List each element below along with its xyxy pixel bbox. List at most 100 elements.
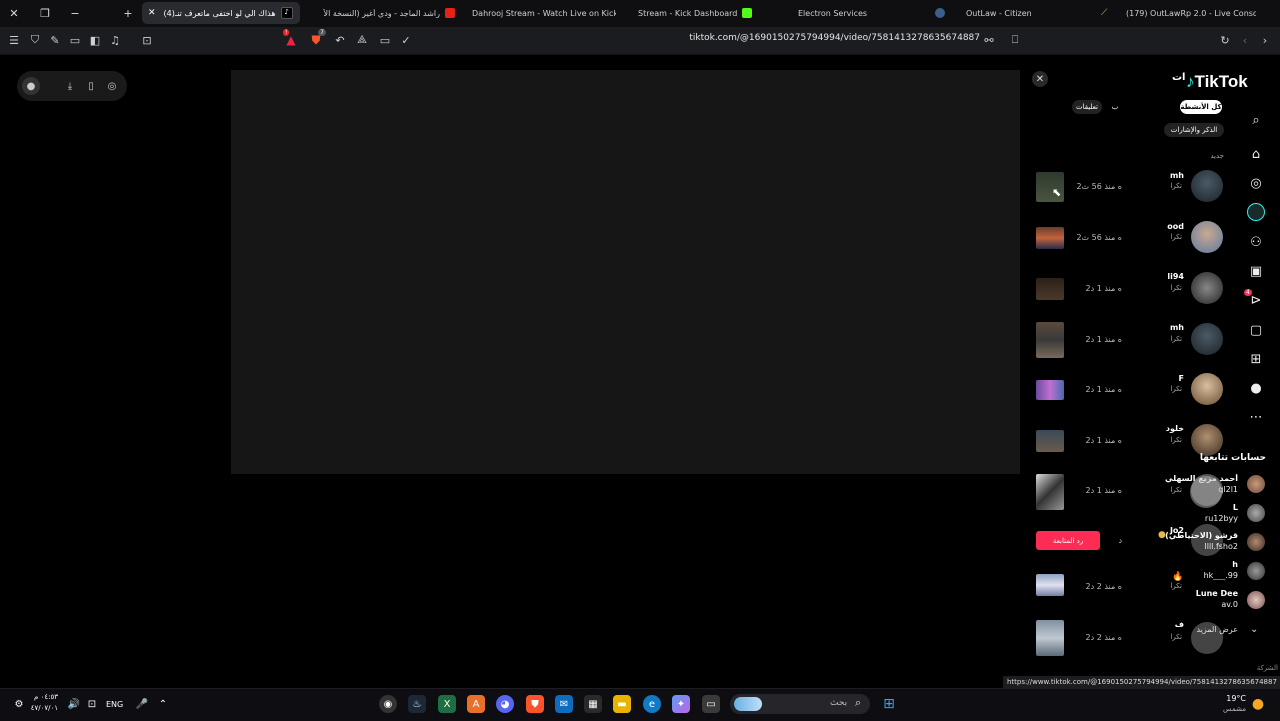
video-thumbnail[interactable] bbox=[1036, 278, 1064, 300]
following-handle[interactable]: ru12byy bbox=[1150, 514, 1238, 523]
edge-icon[interactable]: e bbox=[643, 695, 661, 713]
weather-temp[interactable]: 19°C bbox=[1218, 694, 1246, 703]
clock-date[interactable]: ٤٧/٠٧/٠١ bbox=[28, 704, 58, 712]
profile-icon[interactable]: ● bbox=[1247, 379, 1265, 397]
avatar[interactable] bbox=[1247, 533, 1265, 551]
restore-window-icon[interactable]: ❐ bbox=[36, 4, 54, 22]
cast-icon[interactable]: ▭ bbox=[377, 32, 393, 48]
following-name[interactable]: Lune Dee bbox=[1150, 589, 1238, 598]
reload-icon[interactable]: ↻ bbox=[1217, 32, 1233, 48]
back-icon[interactable]: ‹ bbox=[1237, 32, 1253, 48]
tab-electron-services[interactable]: Electron Services bbox=[792, 2, 942, 24]
menu-icon[interactable]: ☰ bbox=[6, 32, 22, 48]
settings-icon[interactable]: ⚙ bbox=[10, 695, 28, 713]
windows-start-icon[interactable]: ⊞ bbox=[880, 695, 898, 713]
following-handle[interactable]: llll.fsho2 bbox=[1150, 542, 1238, 551]
notification-username[interactable]: mh bbox=[1150, 323, 1184, 332]
messages-icon[interactable]: ▢ bbox=[1247, 321, 1265, 339]
search-box[interactable]: بحث ⌕ bbox=[730, 694, 870, 714]
volume-icon[interactable]: 🔊 bbox=[65, 695, 83, 713]
search-icon[interactable]: ⌕ bbox=[1247, 111, 1265, 129]
shield-icon[interactable]: ⛉ bbox=[27, 32, 43, 48]
brave-icon[interactable]: ⛊ bbox=[526, 695, 544, 713]
copilot-icon[interactable]: ✦ bbox=[672, 695, 690, 713]
undo-icon[interactable]: ↶ bbox=[332, 32, 348, 48]
filter-comments[interactable]: تعليقات bbox=[1072, 100, 1102, 114]
close-window-icon[interactable]: ✕ bbox=[5, 4, 23, 22]
forward-icon[interactable]: › bbox=[1257, 32, 1273, 48]
tab-kick-dashboard[interactable]: Stream - Kick Dashboard bbox=[632, 2, 762, 24]
minimize-window-icon[interactable]: − bbox=[66, 4, 84, 22]
following-handle[interactable]: av.0 bbox=[1150, 600, 1238, 609]
upload-icon[interactable]: ⊞ bbox=[1247, 350, 1265, 368]
taskview-icon[interactable]: ▭ bbox=[702, 695, 720, 713]
new-tab-icon[interactable]: + bbox=[119, 4, 137, 22]
notification-username[interactable]: خلود bbox=[1150, 424, 1184, 433]
avatar[interactable] bbox=[1191, 424, 1223, 456]
tab-youtube[interactable]: راشد الماجد - ودي أغير (النسخة الأ bbox=[305, 2, 460, 24]
inbox-icon[interactable]: ⊳ 4 bbox=[1244, 289, 1265, 309]
network-icon[interactable]: ⊡ bbox=[83, 695, 101, 713]
artstudio-icon[interactable]: A bbox=[467, 695, 485, 713]
notification-username[interactable]: mh bbox=[1150, 171, 1184, 180]
avatar[interactable] bbox=[1247, 475, 1265, 493]
sidebar-icon[interactable]: ◧ bbox=[87, 32, 103, 48]
link-icon[interactable]: ⚯ bbox=[981, 32, 997, 48]
video-thumbnail[interactable] bbox=[1036, 620, 1064, 656]
avatar[interactable] bbox=[1191, 221, 1223, 253]
weather-desc[interactable]: مشمس bbox=[1212, 705, 1246, 713]
mic-icon[interactable]: ● bbox=[22, 77, 40, 95]
music-icon[interactable]: ♫ bbox=[107, 32, 123, 48]
mail-icon[interactable]: ✉ bbox=[555, 695, 573, 713]
filter-mentions[interactable]: الذكر والإشارات bbox=[1164, 123, 1224, 137]
see-more-link[interactable]: عرض المزيد bbox=[1150, 625, 1238, 634]
excel-icon[interactable]: X bbox=[438, 695, 456, 713]
avatar[interactable] bbox=[1191, 323, 1223, 355]
notification-username[interactable]: ood bbox=[1150, 222, 1184, 231]
media-app-icon[interactable]: ◉ bbox=[379, 695, 397, 713]
video-thumbnail[interactable] bbox=[1036, 430, 1064, 452]
language-indicator[interactable]: ENG bbox=[106, 700, 123, 709]
address-bar-url[interactable]: tiktok.com/@1690150275794994/video/75814… bbox=[640, 33, 980, 43]
tab-tiktok[interactable]: ✕ (4)هذاك الي لو اختفى ماتعرف تنـ ♪ bbox=[142, 2, 300, 24]
microphone-icon[interactable]: 🎤 bbox=[133, 695, 151, 713]
avatar[interactable] bbox=[1247, 591, 1265, 609]
chevron-down-icon[interactable]: ⌄ bbox=[1250, 624, 1258, 635]
following-name[interactable]: h bbox=[1150, 560, 1238, 569]
video-thumbnail[interactable] bbox=[1036, 380, 1064, 400]
avatar[interactable] bbox=[1247, 504, 1265, 522]
alert-extension-icon[interactable]: ▲ ! bbox=[283, 29, 299, 48]
tab-kick-stream[interactable]: Dahrooj Stream - Watch Live on Kick bbox=[466, 2, 616, 24]
pen-icon[interactable]: ✎ bbox=[47, 32, 63, 48]
tab-outlaw-citizen[interactable]: OutLaw - Citizen bbox=[930, 2, 1090, 24]
translate-icon[interactable]: ⟁ bbox=[354, 32, 370, 48]
check-icon[interactable]: ✓ bbox=[398, 32, 414, 48]
filter-all[interactable]: كل الأنشطة bbox=[1180, 100, 1222, 114]
clock-time[interactable]: ٠٤:٥٣ م bbox=[28, 693, 58, 701]
chevron-up-icon[interactable]: ⌃ bbox=[154, 695, 172, 713]
phone-icon[interactable]: ▯ bbox=[82, 77, 100, 95]
avatar[interactable] bbox=[1191, 373, 1223, 405]
sun-icon[interactable]: ● bbox=[1249, 695, 1267, 713]
brave-shield-icon[interactable]: ⛊ 7 bbox=[308, 29, 326, 48]
discord-icon[interactable]: ◕ bbox=[496, 695, 514, 713]
following-icon[interactable] bbox=[1247, 203, 1265, 221]
video-thumbnail[interactable] bbox=[1036, 474, 1064, 510]
avatar[interactable] bbox=[1247, 562, 1265, 580]
explore-icon[interactable]: ◎ bbox=[1247, 174, 1265, 192]
home-icon[interactable]: ⌂ bbox=[1247, 145, 1265, 163]
avatar[interactable] bbox=[1191, 170, 1223, 202]
tabs-icon[interactable]: ▭ bbox=[67, 32, 83, 48]
download-icon[interactable]: ⤓ bbox=[61, 77, 79, 95]
video-thumbnail[interactable] bbox=[1036, 322, 1064, 358]
notification-username[interactable]: li94 bbox=[1150, 272, 1184, 281]
store-icon[interactable]: ▦ bbox=[584, 695, 602, 713]
more-icon[interactable]: ⋯ bbox=[1247, 408, 1265, 426]
following-name[interactable]: L bbox=[1150, 503, 1238, 512]
tiktok-logo[interactable]: ♪TikTok bbox=[1186, 72, 1248, 92]
video-thumbnail[interactable] bbox=[1036, 227, 1064, 249]
bookmark-icon[interactable]: ⎕ bbox=[1007, 32, 1023, 48]
filter-partial-b[interactable]: ب bbox=[1108, 100, 1122, 114]
following-handle[interactable]: hk___.99 bbox=[1150, 571, 1238, 580]
video-thumbnail[interactable] bbox=[1036, 574, 1064, 596]
